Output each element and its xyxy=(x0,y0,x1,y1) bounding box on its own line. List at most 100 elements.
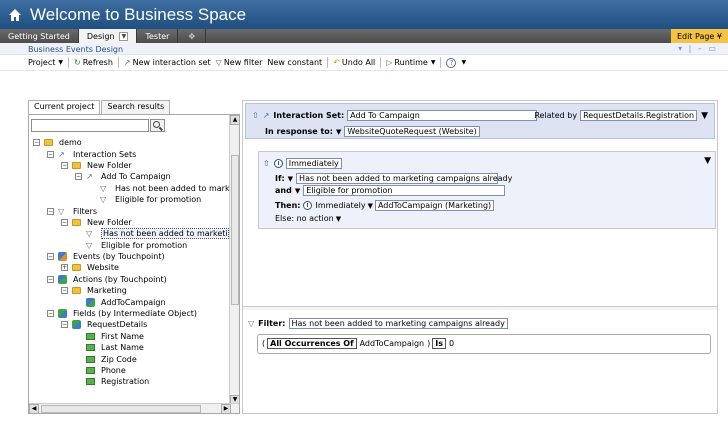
new-interaction-set-button[interactable]: ↗ New interaction set xyxy=(124,58,211,67)
expand-icon[interactable]: + xyxy=(61,264,68,272)
tree-node[interactable]: − New Folder xyxy=(29,160,229,171)
chevron-down-icon[interactable]: ▼ xyxy=(288,175,293,183)
filter-icon: ▽ xyxy=(86,240,93,250)
condition-target[interactable]: AddToCampaign xyxy=(360,339,425,348)
tree-node[interactable]: ▽ Eligible for promotion xyxy=(29,240,229,251)
chevron-down-icon[interactable]: ▼ xyxy=(119,31,129,41)
chevron-down-icon[interactable]: ▼ xyxy=(704,156,711,166)
tab-design[interactable]: Design ▼ xyxy=(78,29,138,43)
portlet-controls[interactable]: ▾ | – ▭ xyxy=(678,44,718,53)
chevron-down-icon[interactable]: ▼ xyxy=(368,202,373,210)
filter-name-input[interactable]: Has not been added to marketing campaign… xyxy=(288,318,508,329)
collapse-icon[interactable]: − xyxy=(61,218,68,226)
related-by-field[interactable]: RequestDetails.Registration xyxy=(580,110,698,121)
tree-node[interactable]: − ▽ Filters xyxy=(29,205,229,216)
if-filter-field[interactable]: Has not been added to marketing campaign… xyxy=(296,173,512,184)
pin-icon[interactable]: ⇧ xyxy=(252,111,259,120)
interaction-set-name-input[interactable]: Add To Campaign xyxy=(347,110,538,121)
tree-node-label: Events (by Touchpoint) xyxy=(73,252,165,262)
condition-value[interactable]: 0 xyxy=(449,339,454,348)
in-response-field[interactable]: WebsiteQuoteRequest (Website) xyxy=(344,126,480,137)
tab-tester[interactable]: Tester xyxy=(137,29,179,43)
tree-node[interactable]: First Name xyxy=(29,331,229,342)
tree-node[interactable]: + Website xyxy=(29,262,229,273)
undo-all-button[interactable]: ↶ Undo All xyxy=(333,58,375,67)
tree-node[interactable]: − New Folder xyxy=(29,217,229,228)
new-filter-button[interactable]: ▽ New filter xyxy=(216,58,263,67)
pin-icon[interactable]: ⇧ xyxy=(263,159,270,168)
tree-node-label: Zip Code xyxy=(101,354,137,364)
search-button[interactable] xyxy=(150,119,165,132)
tree-node[interactable]: − Fields (by Intermediate Object) xyxy=(29,308,229,319)
tree-node[interactable]: AddToCampaign xyxy=(29,296,229,307)
chevron-down-icon: ▼ xyxy=(430,59,436,66)
decision-rule: ⇧ Immediately ▼ If: ▼ Has not been added… xyxy=(258,151,716,229)
tab-current-project[interactable]: Current project xyxy=(28,100,101,114)
rule-timing-field[interactable]: Immediately xyxy=(285,158,342,169)
tree-node[interactable]: − Events (by Touchpoint) xyxy=(29,251,229,262)
tab-search-results[interactable]: Search results xyxy=(101,100,171,114)
tree-node[interactable]: − ↗ Interaction Sets xyxy=(29,148,229,159)
collapse-icon[interactable]: − xyxy=(47,150,54,158)
search-input[interactable] xyxy=(31,119,149,132)
then-action-field[interactable]: AddToCampaign (Marketing) xyxy=(374,200,495,211)
open-paren[interactable]: ( xyxy=(262,339,265,348)
collapse-icon[interactable]: − xyxy=(47,207,54,215)
tab-getting-started[interactable]: Getting Started xyxy=(0,29,79,43)
in-response-label: In response to: xyxy=(265,127,333,136)
tree-node[interactable]: ▽ Has not been added to marketing camp xyxy=(29,228,229,240)
tree-node[interactable]: Zip Code xyxy=(29,353,229,364)
chevron-down-icon[interactable]: ▼ xyxy=(701,111,708,121)
tree-node[interactable]: ▽ Has not been added to marketing ca xyxy=(29,183,229,194)
tree-node[interactable]: − Actions (by Touchpoint) xyxy=(29,274,229,285)
collapse-icon[interactable]: − xyxy=(47,275,54,283)
operator-button[interactable]: Is xyxy=(432,338,446,349)
and-filter-field[interactable]: Eligible for promotion xyxy=(303,185,506,196)
scroll-left-icon[interactable]: ◀ xyxy=(29,404,39,413)
collapse-icon[interactable]: − xyxy=(61,161,68,169)
tree-node-label: Filters xyxy=(73,206,97,216)
then-timing[interactable]: Immediately xyxy=(315,201,365,210)
tree-node[interactable]: Registration xyxy=(29,376,229,387)
tree-node[interactable]: ▽ Eligible for promotion xyxy=(29,194,229,205)
all-occurrences-of-button[interactable]: All Occurrences Of xyxy=(267,338,357,349)
scroll-thumb[interactable] xyxy=(231,155,239,305)
collapse-icon[interactable]: − xyxy=(33,139,40,147)
field-icon xyxy=(86,332,95,340)
tree-node[interactable]: − RequestDetails xyxy=(29,319,229,330)
collapse-icon[interactable]: − xyxy=(47,253,54,261)
tree-node[interactable]: − demo xyxy=(29,137,229,148)
collapse-icon[interactable]: − xyxy=(75,173,82,181)
scroll-right-icon[interactable]: ▶ xyxy=(221,404,231,413)
tree-node[interactable]: − Marketing xyxy=(29,285,229,296)
new-constant-button[interactable]: New constant xyxy=(267,58,322,67)
scroll-up-icon[interactable]: ▲ xyxy=(230,115,239,125)
collapse-icon[interactable]: − xyxy=(61,287,68,295)
help-menu-button[interactable]: ? ▼ xyxy=(446,57,466,68)
home-icon[interactable] xyxy=(8,8,22,22)
tree-node[interactable]: Last Name xyxy=(29,342,229,353)
vertical-scrollbar[interactable]: ▲ ▼ xyxy=(229,115,239,413)
tree-node[interactable]: − ↗ Add To Campaign xyxy=(29,171,229,182)
close-paren[interactable]: ) xyxy=(427,339,430,348)
add-tab-icon[interactable]: ✥ xyxy=(178,29,207,43)
tab-label: Tester xyxy=(145,31,170,41)
tree-node[interactable]: Phone xyxy=(29,365,229,376)
runtime-menu-button[interactable]: ▷ Runtime ▼ xyxy=(386,58,435,67)
chevron-down-icon[interactable]: ▼ xyxy=(295,187,300,195)
filter-icon: ▽ xyxy=(100,195,107,205)
tree-node-label: Marketing xyxy=(87,286,127,296)
project-menu-button[interactable]: Project ▼ xyxy=(28,58,63,67)
refresh-button[interactable]: ↻ Refresh xyxy=(74,58,113,67)
chevron-down-icon[interactable]: ▼ xyxy=(336,215,341,223)
toolbar-divider xyxy=(440,57,442,68)
panel-splitter[interactable] xyxy=(243,306,717,310)
scroll-thumb[interactable] xyxy=(41,405,201,413)
chevron-down-icon[interactable]: ▼ xyxy=(336,128,341,136)
collapse-icon[interactable]: − xyxy=(47,310,54,318)
undo-all-label: Undo All xyxy=(341,58,376,67)
collapse-icon[interactable]: − xyxy=(61,321,68,329)
else-label[interactable]: Else: no action xyxy=(275,214,334,223)
edit-page-button[interactable]: Edit Page ¥ xyxy=(670,29,728,43)
horizontal-scrollbar[interactable]: ◀ ▶ xyxy=(29,403,239,413)
